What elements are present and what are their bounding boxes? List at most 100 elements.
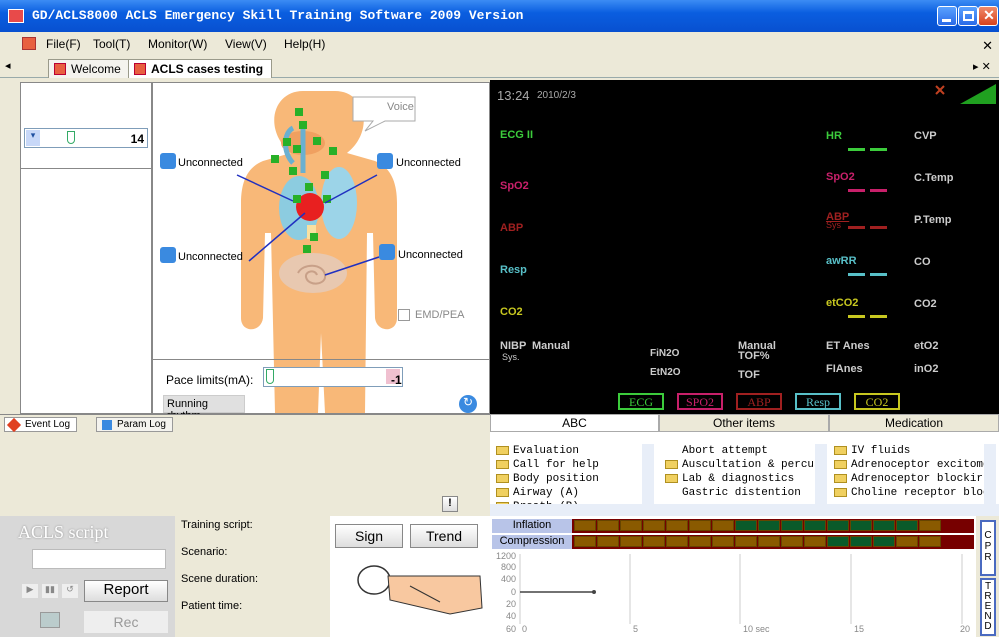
menu-help[interactable]: Help(H) xyxy=(284,37,325,51)
tab-acls-cases[interactable]: ACLS cases testing xyxy=(128,59,273,78)
close-button[interactable]: ✕ xyxy=(978,6,998,26)
abp-button[interactable]: ABP xyxy=(736,393,782,410)
cpr-cell xyxy=(781,520,803,531)
wave-label-co2: CO2 xyxy=(500,306,523,318)
list-item[interactable]: Lab & diagnostics xyxy=(665,472,827,486)
tab-welcome[interactable]: Welcome xyxy=(48,59,130,78)
close-doc-icon[interactable]: ✕ xyxy=(982,38,993,54)
scrollbar-h[interactable] xyxy=(490,504,660,516)
list-item[interactable]: Evaluation xyxy=(496,444,599,458)
minimize-button[interactable] xyxy=(937,6,957,26)
tab-other-items[interactable]: Other items xyxy=(659,414,829,432)
rec-button[interactable]: Rec xyxy=(84,611,168,633)
list-item[interactable]: Adrenoceptor excitomot xyxy=(834,458,984,472)
list-item[interactable]: IV fluids xyxy=(834,444,984,458)
folder-icon xyxy=(496,459,509,469)
pencil-icon xyxy=(6,417,22,433)
tab-param-log[interactable]: Param Log xyxy=(96,417,173,432)
sensor-signal-icon[interactable] xyxy=(160,247,176,263)
slider-thumb-icon[interactable] xyxy=(266,369,274,384)
menu-file[interactable]: File(F) xyxy=(46,37,81,51)
y-tick: 20 xyxy=(506,599,516,609)
scrollbar[interactable] xyxy=(815,444,827,504)
slider-thumb-icon[interactable] xyxy=(67,131,75,144)
running-rhythm-button[interactable]: Running rhythm xyxy=(163,395,245,422)
folder-icon xyxy=(834,445,847,455)
alert-button[interactable]: ! xyxy=(442,496,458,512)
battery-icon xyxy=(935,84,996,104)
scrollbar-h[interactable] xyxy=(660,504,830,516)
sensor-signal-icon[interactable] xyxy=(160,153,176,169)
body-panel: Voice Unconnected Unconnected Unconnecte… xyxy=(152,82,490,422)
script-input[interactable] xyxy=(32,549,166,569)
wave-label-spo2: SpO2 xyxy=(500,180,529,192)
x-tick: 20 xyxy=(960,624,970,634)
menu-monitor[interactable]: Monitor(W) xyxy=(148,37,207,51)
window-title: GD/ACLS8000 ACLS Emergency Skill Trainin… xyxy=(32,8,524,23)
list-item[interactable]: Call for help xyxy=(496,458,599,472)
dropdown-arrow-icon[interactable]: ▾ xyxy=(26,130,40,146)
scrollbar[interactable] xyxy=(984,444,996,504)
param-ctemp: C.Temp xyxy=(914,172,954,184)
sensor-status-1: Unconnected xyxy=(178,157,243,169)
trend-side-button[interactable]: TREND xyxy=(980,578,996,636)
list-item[interactable]: Airway (A) xyxy=(496,486,599,500)
wave-label-abp: ABP xyxy=(500,222,524,234)
cpr-cell xyxy=(574,520,596,531)
app-icon xyxy=(8,9,24,23)
list-item[interactable]: Choline receptor block xyxy=(834,486,984,500)
maximize-button[interactable] xyxy=(958,6,978,26)
cpr-button[interactable]: CPR xyxy=(980,520,996,576)
reset-icon[interactable]: ↺ xyxy=(62,584,78,598)
list-item[interactable]: Body position xyxy=(496,472,599,486)
menu-tool[interactable]: Tool(T) xyxy=(93,37,130,51)
log-area: ! xyxy=(0,432,490,516)
sensor-status-4: Unconnected xyxy=(398,249,463,261)
inflation-label: Inflation xyxy=(492,519,572,533)
sensor-signal-icon[interactable] xyxy=(379,244,395,260)
ecg-button[interactable]: ECG xyxy=(618,393,664,410)
cpr-cell xyxy=(758,536,780,547)
voice-label[interactable]: Voice xyxy=(387,101,414,113)
list-item[interactable]: Gastric distention xyxy=(665,486,827,500)
tab-strip: ◂ Welcome ACLS cases testing ▸ ✕ xyxy=(0,56,999,78)
scrollbar[interactable] xyxy=(642,444,654,504)
report-button[interactable]: Report xyxy=(84,580,168,602)
tab-abc[interactable]: ABC xyxy=(490,414,659,432)
cpr-cell xyxy=(896,536,918,547)
menu-view[interactable]: View(V) xyxy=(225,37,267,51)
pause-icon[interactable]: ▮▮ xyxy=(42,584,58,598)
sign-button[interactable]: Sign xyxy=(335,524,403,548)
trend-button[interactable]: Trend xyxy=(410,524,478,548)
y-tick: 800 xyxy=(501,562,516,572)
tab-scroll-right-icon[interactable]: ▸ ✕ xyxy=(973,60,991,73)
pace-slider[interactable] xyxy=(263,367,403,387)
inflation-bar xyxy=(572,519,974,533)
tab-event-log[interactable]: Event Log xyxy=(4,417,78,433)
list-item[interactable]: Abort attempt xyxy=(665,444,827,458)
monitor-icon[interactable] xyxy=(40,612,60,628)
resp-button[interactable]: Resp xyxy=(795,393,841,410)
cpr-trend-chart: 1200 800 400 0 20 40 60 0 5 10 sec 15 20 xyxy=(496,551,970,634)
x-tick: 10 sec xyxy=(743,624,770,634)
tab-medication[interactable]: Medication xyxy=(829,414,999,432)
patient-figure xyxy=(357,565,483,615)
acls-script-panel: ACLS script ▶ ▮▮ ↺ Report Rec xyxy=(0,516,175,637)
list-item[interactable]: Adrenoceptor blockir xyxy=(834,472,984,486)
value-control[interactable]: ▾ 14 xyxy=(24,128,148,148)
folder-icon xyxy=(665,473,678,483)
tab-scroll-left-icon[interactable]: ◂ xyxy=(5,59,11,72)
play-icon[interactable]: ▶ xyxy=(22,584,38,598)
doc-icon xyxy=(22,37,36,50)
medication-list: IV fluids Adrenoceptor excitomot Adrenoc… xyxy=(834,444,984,500)
param-cvp: CVP xyxy=(914,130,937,142)
emd-checkbox[interactable] xyxy=(398,309,410,321)
compression-label: Compression xyxy=(492,535,572,549)
co2-button[interactable]: CO2 xyxy=(854,393,900,410)
scrollbar-h[interactable] xyxy=(830,504,999,516)
list-item[interactable]: Auscultation & percuss xyxy=(665,458,827,472)
sensor-signal-icon[interactable] xyxy=(377,153,393,169)
y-tick: 400 xyxy=(501,574,516,584)
spo2-button[interactable]: SPO2 xyxy=(677,393,723,410)
refresh-icon[interactable]: ↻ xyxy=(459,395,477,413)
